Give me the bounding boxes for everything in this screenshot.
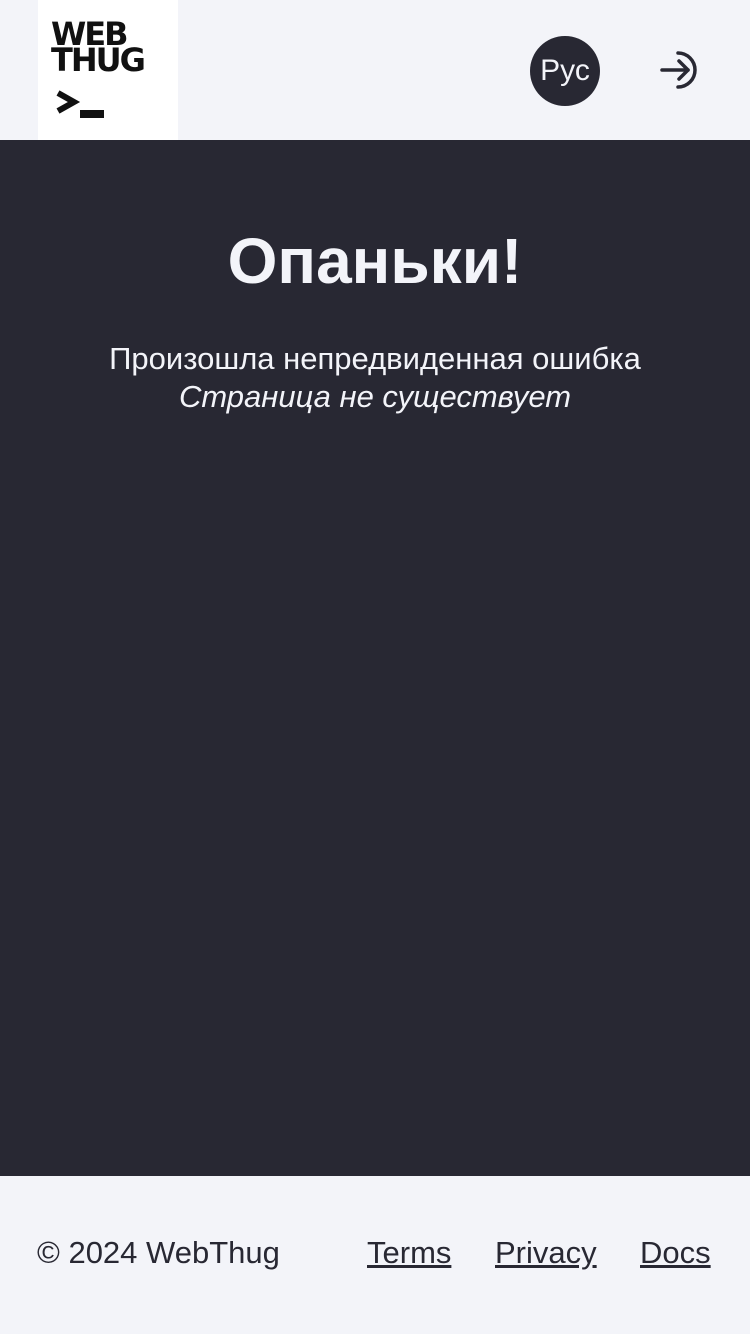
login-arrow-icon xyxy=(660,51,697,89)
copyright-text: © 2024 WebThug xyxy=(37,1235,280,1270)
terminal-prompt-icon xyxy=(56,90,104,118)
terms-link[interactable]: Terms xyxy=(367,1234,451,1272)
logo-text-thug: THUG xyxy=(51,41,146,79)
error-title: Опаньки! xyxy=(227,225,523,297)
error-detail: Страница не существует xyxy=(178,379,572,414)
header: WEB THUG Рус xyxy=(0,0,750,140)
error-message: Произошла непредвиденная ошибка xyxy=(109,341,641,376)
login-button[interactable] xyxy=(655,45,705,95)
language-button[interactable]: Рус xyxy=(530,36,600,106)
footer: © 2024 WebThug Terms Privacy Docs xyxy=(0,1176,750,1334)
privacy-link[interactable]: Privacy xyxy=(495,1234,597,1272)
error-panel: Опаньки! Произошла непредвиденная ошибка… xyxy=(0,140,750,1176)
docs-link[interactable]: Docs xyxy=(640,1234,711,1272)
logo-link[interactable]: WEB THUG xyxy=(38,0,178,140)
